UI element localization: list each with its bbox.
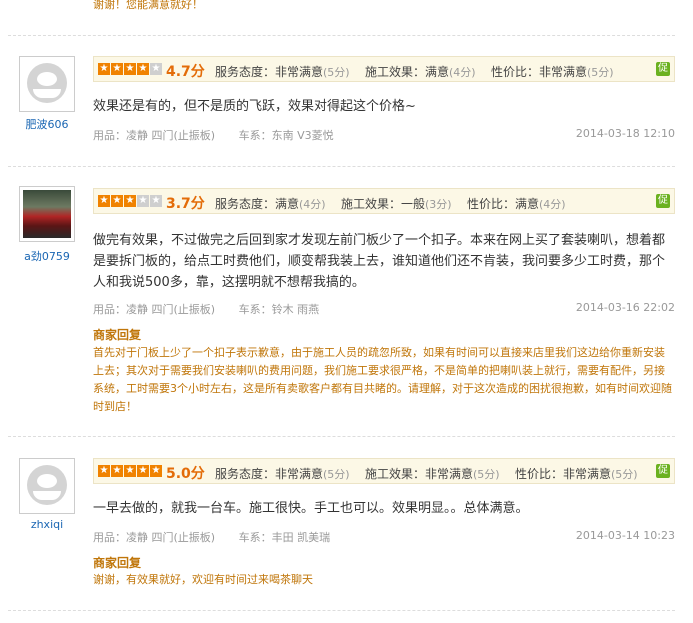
- review-meta: 用品：凌静 四门(止振板) 车系：丰田 凯美瑞 2014-03-14 10:23: [93, 529, 675, 545]
- star-icon: ★: [137, 465, 149, 477]
- star-icon: ★: [111, 195, 123, 207]
- username-link[interactable]: zhxiqi: [8, 518, 86, 531]
- value-points: (5分): [611, 468, 638, 481]
- score: 3.7分: [166, 196, 205, 212]
- value-rating-label: 性价比：满意: [467, 197, 540, 211]
- divider: [8, 610, 675, 611]
- star-rating: ★ ★ ★ ★ ★: [98, 63, 163, 75]
- star-rating: ★ ★ ★ ★ ★: [98, 195, 163, 207]
- effect-points: (3分): [425, 198, 452, 211]
- user-avatar[interactable]: [19, 56, 75, 112]
- service-rating-label: 服务态度：非常满意: [215, 65, 324, 79]
- star-icon: ★: [124, 195, 136, 207]
- score: 4.7分: [166, 64, 205, 80]
- star-icon: ★: [98, 63, 110, 75]
- value-rating: 性价比：非常满意(5分): [491, 63, 614, 80]
- effect-rating: 施工效果：满意(4分): [365, 63, 476, 80]
- merchant-reply-title: 商家回复: [93, 328, 142, 342]
- effect-rating: 施工效果：一般(3分): [341, 195, 452, 212]
- default-avatar-icon: [27, 63, 67, 103]
- effect-rating-label: 施工效果：非常满意: [365, 467, 474, 481]
- review-date: 2014-03-14 10:23: [575, 529, 675, 542]
- rating-bar: ★ ★ ★ ★ ★ 5.0分 服务态度：非常满意(5分) 施工效果：非常满意(5分) 性…: [93, 458, 675, 484]
- service-rating: 服务态度：非常满意(5分): [215, 465, 350, 482]
- promo-badge-icon[interactable]: 促: [656, 62, 670, 76]
- review-date: 2014-03-16 22:02: [575, 301, 675, 314]
- effect-points: (5分): [473, 468, 500, 481]
- value-rating-label: 性价比：非常满意: [491, 65, 588, 79]
- previous-reply-text: 谢谢！您能满意就好！: [93, 0, 203, 11]
- merchant-reply-text: 首先对于门板上少了一个扣子表示歉意，由于施工人员的疏忽所致，如果有时间可以直接来…: [93, 346, 672, 413]
- product-info: 用品：凌静 四门(止振板): [93, 531, 216, 544]
- promo-badge-icon[interactable]: 促: [656, 464, 670, 478]
- car-info: 车系：丰田 凯美瑞: [238, 531, 331, 544]
- effect-rating-label: 施工效果：满意: [365, 65, 450, 79]
- star-icon: ★: [98, 195, 110, 207]
- review-content: 一早去做的，就我一台车。施工很快。手工也可以。效果明显。。总体满意。: [93, 501, 529, 516]
- star-empty-icon: ★: [150, 63, 162, 75]
- value-rating-label: 性价比：非常满意: [515, 467, 612, 481]
- product-info: 用品：凌静 四门(止振板): [93, 129, 216, 142]
- promo-badge-icon[interactable]: 促: [656, 194, 670, 208]
- star-icon: ★: [137, 63, 149, 75]
- star-icon: ★: [124, 63, 136, 75]
- user-avatar[interactable]: [19, 458, 75, 514]
- username-link[interactable]: 肥波606: [8, 116, 86, 132]
- service-rating-label: 服务态度：满意: [215, 197, 300, 211]
- score: 5.0分: [166, 466, 205, 482]
- effect-points: (4分): [449, 66, 476, 79]
- car-info: 车系：东南 V3菱悦: [238, 129, 334, 142]
- rating-bar: ★ ★ ★ ★ ★ 3.7分 服务态度：满意(4分) 施工效果：一般(3分) 性价比：满…: [93, 188, 675, 214]
- divider: [8, 35, 675, 36]
- star-icon: ★: [150, 465, 162, 477]
- star-icon: ★: [98, 465, 110, 477]
- car-info: 车系：铃木 雨燕: [238, 303, 320, 316]
- divider: [8, 166, 675, 167]
- review-list: 谢谢！您能满意就好！ 肥波606 ★ ★ ★ ★ ★ 4.7分 服务态度：非常满意(5分…: [0, 0, 693, 623]
- star-rating: ★ ★ ★ ★ ★: [98, 465, 163, 477]
- product-info: 用品：凌静 四门(止振板): [93, 303, 216, 316]
- service-points: (4分): [299, 198, 326, 211]
- review-date: 2014-03-18 12:10: [575, 127, 675, 140]
- username-link[interactable]: a劲0759: [8, 248, 86, 264]
- service-rating-label: 服务态度：非常满意: [215, 467, 324, 481]
- effect-rating: 施工效果：非常满意(5分): [365, 465, 500, 482]
- default-avatar-icon: [27, 465, 67, 505]
- star-icon: ★: [111, 63, 123, 75]
- merchant-reply-title: 商家回复: [93, 556, 142, 570]
- effect-rating-label: 施工效果：一般: [341, 197, 426, 211]
- star-empty-icon: ★: [137, 195, 149, 207]
- star-empty-icon: ★: [150, 195, 162, 207]
- star-icon: ★: [111, 465, 123, 477]
- value-points: (4分): [539, 198, 566, 211]
- user-photo: [23, 190, 71, 238]
- value-points: (5分): [587, 66, 614, 79]
- service-rating: 服务态度：非常满意(5分): [215, 63, 350, 80]
- service-points: (5分): [323, 468, 350, 481]
- merchant-reply-text: 谢谢，有效果就好，欢迎有时间过来喝茶聊天: [93, 573, 313, 586]
- value-rating: 性价比：非常满意(5分): [515, 465, 638, 482]
- review-content: 效果还是有的，但不是质的飞跃，效果对得起这个价格~: [93, 99, 416, 114]
- user-avatar[interactable]: [19, 186, 75, 242]
- service-points: (5分): [323, 66, 350, 79]
- review-meta: 用品：凌静 四门(止振板) 车系：东南 V3菱悦 2014-03-18 12:1…: [93, 127, 675, 143]
- rating-bar: ★ ★ ★ ★ ★ 4.7分 服务态度：非常满意(5分) 施工效果：满意(4分) 性价比…: [93, 56, 675, 82]
- service-rating: 服务态度：满意(4分): [215, 195, 326, 212]
- divider: [8, 436, 675, 437]
- review-meta: 用品：凌静 四门(止振板) 车系：铃木 雨燕 2014-03-16 22:02: [93, 301, 675, 317]
- value-rating: 性价比：满意(4分): [467, 195, 566, 212]
- review-content: 做完有效果，不过做完之后回到家才发现左前门板少了一个扣子。本来在网上买了套装喇叭…: [93, 233, 666, 290]
- star-icon: ★: [124, 465, 136, 477]
